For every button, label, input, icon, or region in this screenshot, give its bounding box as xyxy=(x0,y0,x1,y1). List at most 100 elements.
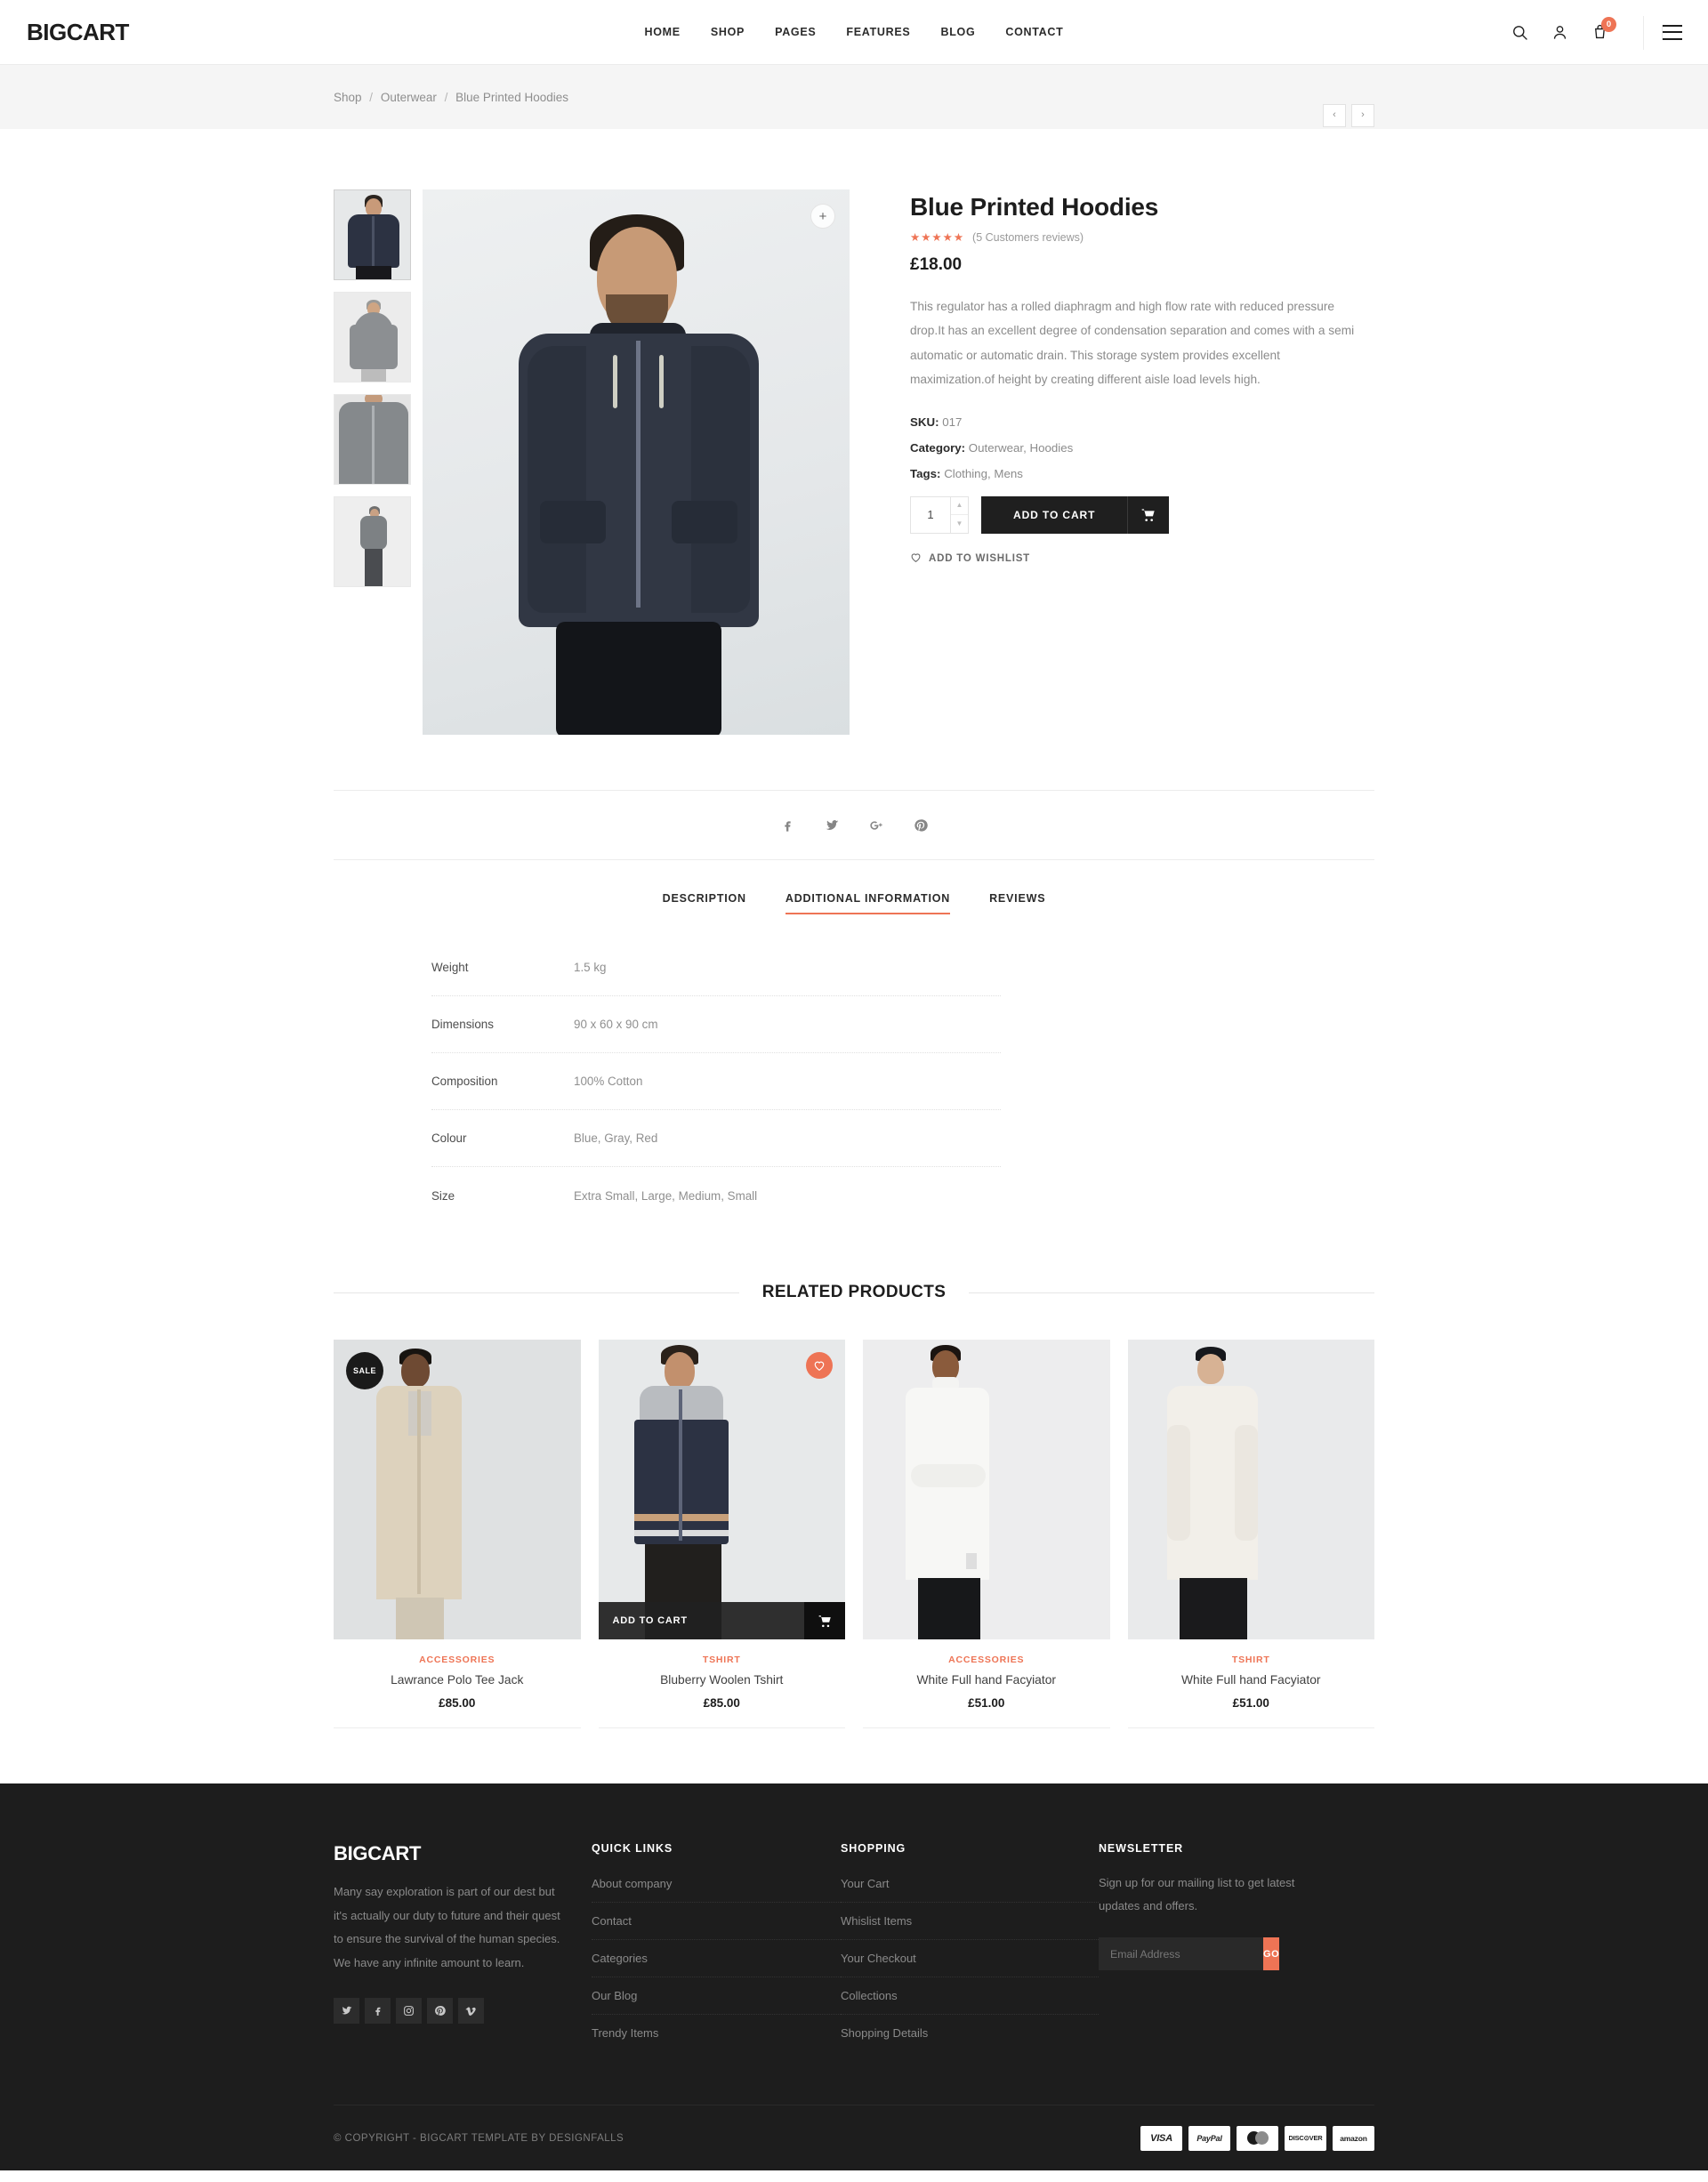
search-icon[interactable] xyxy=(1511,24,1528,41)
list-item[interactable]: ADD TO CART TSHIRT Bluberry Woolen Tshir… xyxy=(598,1340,846,1728)
nav-item-blog[interactable]: BLOG xyxy=(940,24,975,40)
pinterest-icon[interactable] xyxy=(427,1997,453,2024)
quantity-decrease-button[interactable]: ▼ xyxy=(951,515,968,533)
list-item[interactable]: Collections xyxy=(841,1977,1099,2015)
menu-icon[interactable] xyxy=(1662,24,1682,40)
site-logo[interactable]: BIGCART xyxy=(27,19,129,46)
list-item[interactable]: Our Blog xyxy=(592,1977,841,2015)
list-item[interactable]: About company xyxy=(592,1872,841,1903)
footer-newsletter-text: Sign up for our mailing list to get late… xyxy=(1099,1876,1295,1912)
thumbnail-4[interactable] xyxy=(334,496,411,587)
twitter-icon[interactable] xyxy=(825,818,839,833)
site-header: BIGCART HOME SHOP PAGES FEATURES BLOG CO… xyxy=(0,0,1708,65)
prev-product-button[interactable]: ‹ xyxy=(1323,103,1346,127)
footer-link-categories[interactable]: Categories xyxy=(592,1940,841,1977)
thumbnail-2[interactable] xyxy=(334,292,411,382)
tab-additional-information[interactable]: ADDITIONAL INFORMATION xyxy=(785,892,951,914)
facebook-icon[interactable] xyxy=(365,1997,391,2024)
card-add-to-cart-button[interactable]: ADD TO CART xyxy=(598,1602,845,1639)
list-item[interactable]: Whislist Items xyxy=(841,1903,1099,1940)
footer-link-trendy-items[interactable]: Trendy Items xyxy=(592,2015,841,2051)
breadcrumb-item-shop[interactable]: Shop xyxy=(334,91,362,104)
list-item[interactable]: Shopping Details xyxy=(841,2015,1099,2051)
list-item[interactable]: ACCESSORIES White Full hand Facyiator £5… xyxy=(863,1340,1110,1728)
add-to-cart-label: ADD TO CART xyxy=(1013,508,1096,521)
footer-link-contact[interactable]: Contact xyxy=(592,1903,841,1939)
quantity-increase-button[interactable]: ▲ xyxy=(951,496,968,516)
footer-link-about-company[interactable]: About company xyxy=(592,1872,841,1902)
nav-item-pages[interactable]: PAGES xyxy=(775,24,816,40)
nav-link-contact[interactable]: CONTACT xyxy=(1005,26,1063,38)
tags-label: Tags: xyxy=(910,466,941,480)
product-card-category[interactable]: TSHIRT xyxy=(599,1655,846,1665)
breadcrumb: Shop / Outerwear / Blue Printed Hoodies xyxy=(334,91,1374,104)
nav-item-shop[interactable]: SHOP xyxy=(711,24,745,40)
footer-link-our-blog[interactable]: Our Blog xyxy=(592,1977,841,2014)
product-card-image[interactable] xyxy=(1127,1340,1374,1639)
product-card-image[interactable] xyxy=(863,1340,1110,1639)
nav-link-pages[interactable]: PAGES xyxy=(775,26,816,38)
list-item[interactable]: TSHIRT White Full hand Facyiator £51.00 xyxy=(1127,1340,1375,1728)
list-item[interactable]: Trendy Items xyxy=(592,2015,841,2051)
tab-reviews[interactable]: REVIEWS xyxy=(989,892,1045,914)
product-card-category[interactable]: ACCESSORIES xyxy=(863,1655,1110,1665)
footer-link-whislist-items[interactable]: Whislist Items xyxy=(841,1903,1099,1939)
facebook-icon[interactable] xyxy=(780,818,794,833)
list-item[interactable]: Your Checkout xyxy=(841,1940,1099,1977)
list-item[interactable]: Categories xyxy=(592,1940,841,1977)
zoom-image-button[interactable]: + xyxy=(810,204,835,229)
reviews-count[interactable]: (5 Customers reviews) xyxy=(972,231,1084,244)
email-field[interactable] xyxy=(1099,1937,1263,1970)
nav-link-home[interactable]: HOME xyxy=(645,26,681,38)
favorite-icon[interactable] xyxy=(806,1352,833,1379)
add-to-cart-button[interactable]: ADD TO CART xyxy=(981,495,1170,534)
payment-methods: VISA PayPal DISC⊙VER amazon xyxy=(1140,2125,1374,2151)
footer-link-collections[interactable]: Collections xyxy=(841,1977,1099,2014)
newsletter-go-button[interactable]: GO xyxy=(1263,1937,1280,1970)
amazon-label: amazon xyxy=(1340,2133,1367,2143)
list-item[interactable]: SALE ACCESSORIES Lawrance Polo Tee Jack … xyxy=(334,1340,581,1728)
quantity-stepper[interactable]: ▲ ▼ xyxy=(910,495,969,534)
instagram-icon[interactable] xyxy=(396,1997,422,2024)
product-card-name[interactable]: White Full hand Facyiator xyxy=(1128,1673,1375,1687)
nav-item-contact[interactable]: CONTACT xyxy=(1005,24,1063,40)
nav-link-shop[interactable]: SHOP xyxy=(711,26,745,38)
footer-logo[interactable]: BIGCART xyxy=(334,1842,592,1865)
sku-value: 017 xyxy=(942,415,963,429)
quantity-input[interactable] xyxy=(911,496,950,533)
footer-link-your-checkout[interactable]: Your Checkout xyxy=(841,1940,1099,1977)
product-card-category[interactable]: ACCESSORIES xyxy=(334,1655,581,1665)
product-card-image[interactable]: SALE xyxy=(334,1340,581,1639)
product-main-image[interactable]: + xyxy=(423,189,850,735)
white-turtleneck-image-a xyxy=(863,1340,1110,1639)
product-rating: ★★★★★ (5 Customers reviews) xyxy=(910,230,1374,245)
google-plus-icon[interactable] xyxy=(869,818,883,833)
product-card-image[interactable]: ADD TO CART xyxy=(598,1340,845,1639)
vimeo-icon[interactable] xyxy=(458,1997,484,2024)
footer-link-your-cart[interactable]: Your Cart xyxy=(841,1872,1099,1902)
product-card-name[interactable]: Bluberry Woolen Tshirt xyxy=(599,1673,846,1687)
breadcrumb-item-outerwear[interactable]: Outerwear xyxy=(381,91,437,104)
nav-item-home[interactable]: HOME xyxy=(645,24,681,40)
cart-icon[interactable]: 0 xyxy=(1591,16,1616,41)
nav-link-blog[interactable]: BLOG xyxy=(940,26,975,38)
user-icon[interactable] xyxy=(1551,24,1568,41)
pinterest-icon[interactable] xyxy=(914,818,928,833)
nav-item-features[interactable]: FEATURES xyxy=(846,24,910,40)
tab-description[interactable]: DESCRIPTION xyxy=(663,892,746,914)
tags-value[interactable]: Clothing, Mens xyxy=(944,467,1023,480)
list-item[interactable]: Contact xyxy=(592,1903,841,1940)
thumbnail-1[interactable] xyxy=(334,189,411,280)
product-card-category[interactable]: TSHIRT xyxy=(1128,1655,1375,1665)
category-value[interactable]: Outerwear, Hoodies xyxy=(969,441,1074,455)
add-to-wishlist-button[interactable]: ADD TO WISHLIST xyxy=(910,552,1030,566)
cart-count-badge: 0 xyxy=(1601,16,1616,32)
nav-link-features[interactable]: FEATURES xyxy=(846,26,910,38)
footer-link-shopping-details[interactable]: Shopping Details xyxy=(841,2015,1099,2051)
product-card-name[interactable]: Lawrance Polo Tee Jack xyxy=(334,1673,581,1687)
twitter-icon[interactable] xyxy=(334,1997,359,2024)
thumbnail-3[interactable] xyxy=(334,394,411,485)
list-item[interactable]: Your Cart xyxy=(841,1872,1099,1903)
product-card-name[interactable]: White Full hand Facyiator xyxy=(863,1673,1110,1687)
next-product-button[interactable]: › xyxy=(1351,103,1374,127)
